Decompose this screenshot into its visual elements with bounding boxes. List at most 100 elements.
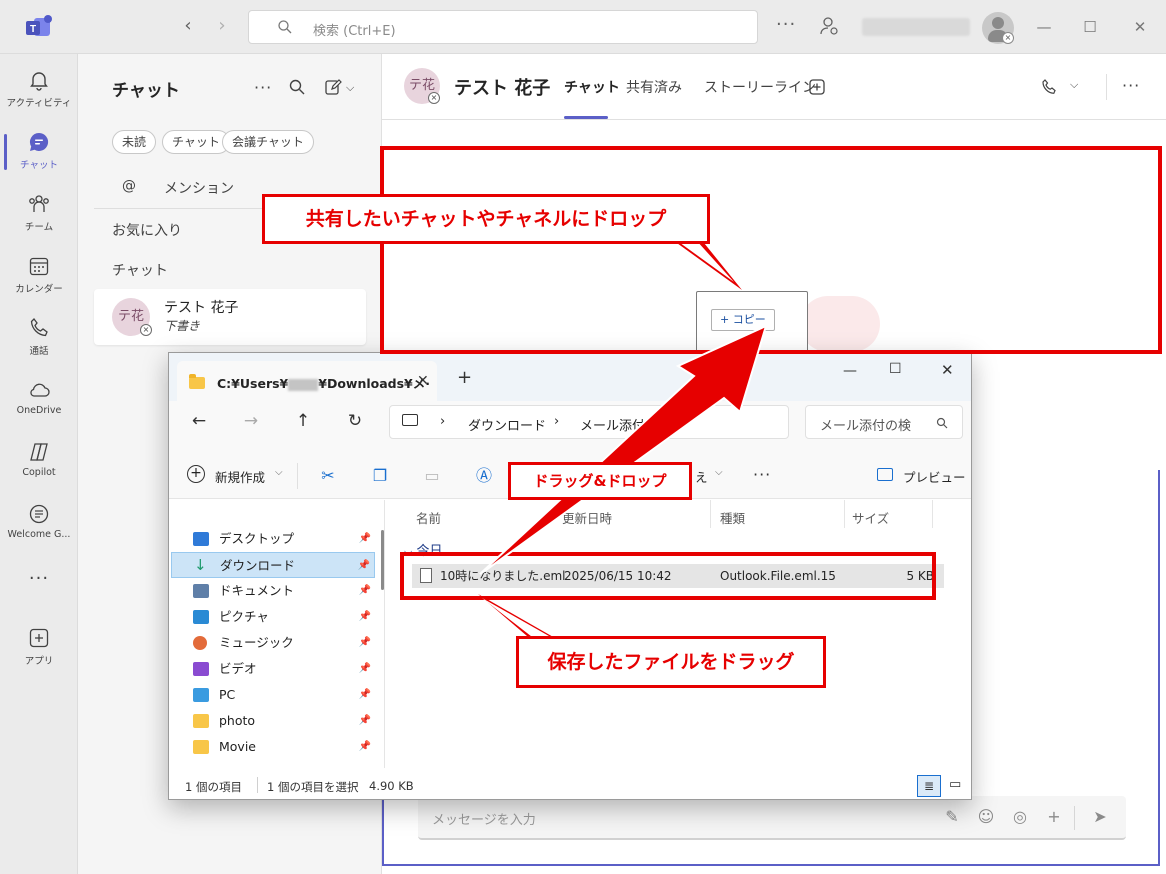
refresh-icon[interactable]: ↻ xyxy=(343,409,367,433)
new-button[interactable]: 新規作成 xyxy=(215,467,265,486)
sidebar-label: ミュージック xyxy=(219,635,294,650)
rail-onedrive[interactable]: OneDrive xyxy=(0,368,78,428)
people-settings-icon[interactable] xyxy=(818,15,840,37)
rail-teams[interactable]: チーム xyxy=(0,182,78,242)
sidebar-item-movie[interactable]: Movie 📌 xyxy=(171,734,375,760)
column-modified[interactable]: 更新日時 xyxy=(562,508,612,527)
account-avatar[interactable]: × xyxy=(982,12,1014,44)
explorer-search-input[interactable]: メール添付の検 xyxy=(805,405,963,439)
add-apps-icon xyxy=(29,628,49,648)
sidebar-item-videos[interactable]: ビデオ 📌 xyxy=(171,656,375,682)
new-chat-icon[interactable] xyxy=(324,78,342,96)
chat-more-icon[interactable]: ··· xyxy=(254,78,272,97)
chat-list-item[interactable]: テ花 × テスト 花子 下書き xyxy=(94,289,366,345)
more-options-icon[interactable]: ··· xyxy=(753,465,771,484)
message-compose-box[interactable]: メッセージを入力 ✎ ☺ ◎ + ➤ xyxy=(418,796,1126,840)
breadcrumb-separator: › xyxy=(440,414,446,429)
rail-calls[interactable]: 通話 xyxy=(0,306,78,366)
cloud-icon xyxy=(30,383,50,397)
sidebar-label: Movie xyxy=(219,739,256,754)
search-icon[interactable] xyxy=(288,78,306,96)
tab-chat[interactable]: チャット xyxy=(564,77,620,97)
sidebar-item-photo[interactable]: photo 📌 xyxy=(171,708,375,734)
drop-area-highlight xyxy=(380,146,1162,354)
column-type[interactable]: 種類 xyxy=(720,508,745,527)
sidebar-item-downloads[interactable]: ↓ ダウンロード 📌 xyxy=(171,552,375,578)
close-tab-icon[interactable]: ✕ xyxy=(417,373,429,389)
chat-more-options-icon[interactable]: ··· xyxy=(1122,76,1140,95)
sort-button[interactable]: え xyxy=(695,467,708,486)
explorer-navbar: ← → ↑ ↻ › ダウンロード › メール添付 メール添付の検 xyxy=(169,401,971,453)
rail-calendar[interactable]: カレンダー xyxy=(0,244,78,304)
search-input[interactable]: 検索 (Ctrl+E) xyxy=(248,10,758,44)
divider xyxy=(1106,74,1107,100)
forward-icon[interactable]: → xyxy=(239,409,263,433)
emoji-icon[interactable]: ☺ xyxy=(976,807,996,827)
paste-icon[interactable]: ▭ xyxy=(421,465,443,487)
cut-icon[interactable]: ✂ xyxy=(317,465,339,487)
sidebar-scrollbar[interactable] xyxy=(381,530,384,590)
format-icon[interactable]: ✎ xyxy=(942,807,962,827)
rail-chat[interactable]: チャット xyxy=(0,120,78,180)
up-icon[interactable]: ↑ xyxy=(291,409,315,433)
tiles-view-icon[interactable]: ▭ xyxy=(949,777,961,792)
details-view-icon[interactable]: ≣ xyxy=(917,775,941,797)
maximize-icon[interactable]: ☐ xyxy=(1078,15,1102,39)
filter-unread[interactable]: 未読 xyxy=(112,130,157,154)
file-highlight xyxy=(400,552,936,600)
rail-more[interactable]: ··· xyxy=(0,554,78,614)
tab-shared[interactable]: 共有済み xyxy=(626,77,682,97)
sidebar-item-documents[interactable]: ドキュメント 📌 xyxy=(171,578,375,604)
sidebar-item-music[interactable]: ミュージック 📌 xyxy=(171,630,375,656)
chats-section[interactable]: チャット xyxy=(112,260,168,280)
copy-icon[interactable]: ❐ xyxy=(369,465,391,487)
maximize-icon[interactable]: ☐ xyxy=(889,361,902,377)
close-window-icon[interactable]: ✕ xyxy=(1128,15,1152,39)
column-size[interactable]: サイズ xyxy=(852,508,889,527)
tab-storyline[interactable]: ストーリーライン xyxy=(704,77,816,97)
send-icon[interactable]: ➤ xyxy=(1090,807,1110,827)
address-bar[interactable]: › ダウンロード › メール添付 xyxy=(389,405,789,439)
close-window-icon[interactable]: ✕ xyxy=(941,361,954,379)
forward-icon[interactable]: › xyxy=(212,16,232,36)
more-options-icon[interactable]: ··· xyxy=(776,14,796,35)
preview-button[interactable]: プレビュー xyxy=(903,467,966,486)
attach-plus-icon[interactable]: + xyxy=(1044,807,1064,827)
breadcrumb-current[interactable]: メール添付 xyxy=(580,415,645,434)
rail-label: アクティビティ xyxy=(6,98,72,109)
loop-icon[interactable]: ◎ xyxy=(1010,807,1030,827)
tab-title: C:¥Users¥ ¥Downloads¥メ· xyxy=(217,376,430,391)
add-tab-icon[interactable] xyxy=(808,78,826,96)
rail-welcome[interactable]: Welcome G... xyxy=(0,492,78,552)
rail-activity[interactable]: アクティビティ xyxy=(0,58,78,118)
explorer-tab[interactable]: C:¥Users¥ ¥Downloads¥メ· ✕ xyxy=(177,361,437,401)
rail-copilot[interactable]: Copilot xyxy=(0,430,78,490)
filter-meeting-chat[interactable]: 会議チャット xyxy=(222,130,314,154)
minimize-icon[interactable]: — xyxy=(843,363,857,379)
rename-icon[interactable]: Ⓐ xyxy=(473,465,495,487)
new-tab-icon[interactable]: + xyxy=(457,367,472,388)
rail-apps[interactable]: アプリ xyxy=(0,616,78,676)
svg-text:T: T xyxy=(30,24,36,35)
call-chevron-icon[interactable]: ⌵ xyxy=(1070,78,1078,92)
favorites-section[interactable]: お気に入り xyxy=(112,220,182,240)
call-icon[interactable] xyxy=(1040,78,1058,96)
sidebar-item-pictures[interactable]: ピクチャ 📌 xyxy=(171,604,375,630)
mention-item[interactable]: メンション xyxy=(164,178,234,198)
breadcrumb-downloads[interactable]: ダウンロード xyxy=(468,415,546,434)
divider xyxy=(257,777,258,793)
sidebar-item-pc[interactable]: PC 📌 xyxy=(171,682,375,708)
chevron-down-icon[interactable]: ⌵ xyxy=(346,81,354,95)
sidebar-item-desktop[interactable]: デスクトップ 📌 xyxy=(171,526,375,552)
documents-icon xyxy=(193,584,209,598)
rail-label: Welcome G... xyxy=(7,529,71,540)
filter-chat[interactable]: チャット xyxy=(162,130,230,154)
download-icon: ↓ xyxy=(194,556,207,574)
preview-pane-icon xyxy=(877,468,893,481)
divider xyxy=(710,500,711,528)
minimize-icon[interactable]: — xyxy=(1032,15,1056,39)
column-name[interactable]: 名前 xyxy=(416,508,441,527)
back-icon[interactable]: ← xyxy=(187,409,211,433)
back-icon[interactable]: ‹ xyxy=(178,16,198,36)
explorer-file-list: 名前 更新日時 種類 サイズ ⌵ 今日 10時になりました.eml 2025/0… xyxy=(386,500,970,768)
